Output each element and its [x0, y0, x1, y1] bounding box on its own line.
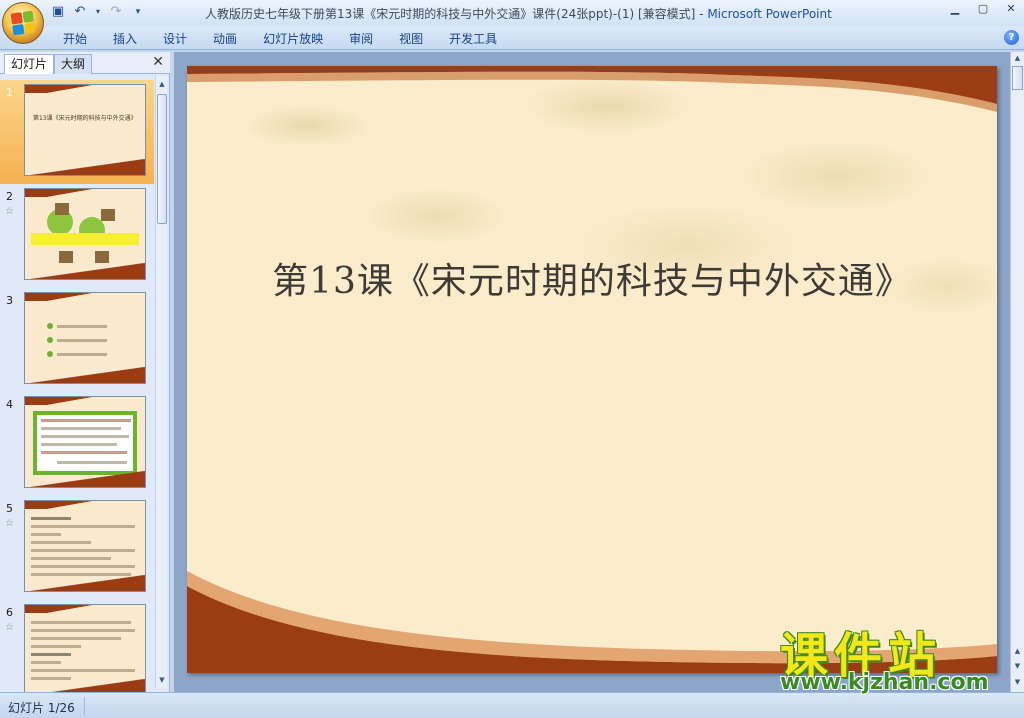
pane-tabs: 幻灯片 大纲 ✕ [0, 52, 170, 74]
save-icon[interactable]: ▣ [50, 4, 66, 20]
animation-icon: ☆ [5, 206, 14, 217]
animation-icon: ☆ [5, 518, 14, 529]
slide-thumbnail-5[interactable]: 5 ☆ [0, 496, 154, 600]
status-divider [84, 697, 85, 715]
slide-number: 2 [6, 190, 13, 203]
app-name: Microsoft PowerPoint [707, 7, 832, 21]
ribbon-tabs: 开始 插入 设计 动画 幻灯片放映 审阅 视图 开发工具 [50, 30, 510, 48]
tab-view[interactable]: 视图 [386, 30, 436, 48]
scroll-thumb[interactable] [1012, 66, 1023, 90]
slide-thumbnail-2[interactable]: 2 ☆ [0, 184, 154, 288]
slide-scrollbar[interactable]: ▲ ▲ ▼ ▼ [1010, 52, 1024, 692]
slide-number: 6 [6, 606, 13, 619]
scroll-up-icon[interactable]: ▲ [157, 78, 167, 90]
customize-qat-icon[interactable]: ▾ [130, 4, 146, 20]
slides-pane: 幻灯片 大纲 ✕ 1 第13课《宋元时期的科技与中外交通》 2 ☆ 3 4 5 … [0, 52, 170, 692]
slide-preview [24, 396, 146, 488]
slide-editor: 第13课《宋元时期的科技与中外交通》 [174, 52, 1010, 692]
slide-number: 1 [6, 86, 13, 99]
animation-icon: ☆ [5, 622, 14, 633]
slide-preview [24, 500, 146, 592]
slide-number: 4 [6, 398, 13, 411]
slide-number: 3 [6, 294, 13, 307]
document-title: 人教版历史七年级下册第13课《宋元时期的科技与中外交通》课件(24张ppt)-(… [205, 7, 696, 21]
undo-icon[interactable]: ↶ [72, 4, 88, 20]
tab-insert[interactable]: 插入 [100, 30, 150, 48]
status-bar: 幻灯片 1/26 [0, 692, 1024, 718]
scroll-down-icon[interactable]: ▼ [1011, 678, 1024, 686]
office-button[interactable] [2, 2, 44, 44]
next-slide-icon[interactable]: ▼ [1011, 662, 1024, 670]
close-pane-icon[interactable]: ✕ [152, 54, 164, 70]
maximize-icon[interactable]: ▢ [974, 2, 992, 16]
scroll-down-icon[interactable]: ▼ [157, 674, 167, 686]
watermark-url: www.kjzhan.com [780, 670, 989, 695]
slide-decoration [187, 66, 997, 673]
quick-access-toolbar: ▣ ↶ ▾ ↷ ▾ [50, 4, 146, 20]
thumbnail-list: 1 第13课《宋元时期的科技与中外交通》 2 ☆ 3 4 5 ☆ 6 ☆ [0, 76, 154, 692]
window-title: 人教版历史七年级下册第13课《宋元时期的科技与中外交通》课件(24张ppt)-(… [205, 5, 832, 22]
tab-design[interactable]: 设计 [150, 30, 200, 48]
title-separator: - [695, 7, 708, 21]
slide-thumbnail-4[interactable]: 4 [0, 392, 154, 496]
redo-icon[interactable]: ↷ [108, 4, 124, 20]
thumbnail-title: 第13课《宋元时期的科技与中外交通》 [33, 115, 137, 122]
window-controls: ▁ ▢ ✕ [946, 2, 1020, 16]
scroll-thumb[interactable] [157, 94, 167, 224]
thumbnail-scrollbar[interactable]: ▲ ▼ [155, 76, 167, 688]
tab-slides[interactable]: 幻灯片 [4, 54, 55, 74]
slide-preview [24, 604, 146, 692]
tab-developer[interactable]: 开发工具 [436, 30, 510, 48]
slide-preview: 第13课《宋元时期的科技与中外交通》 [24, 84, 146, 176]
slide-thumbnail-6[interactable]: 6 ☆ [0, 600, 154, 692]
scroll-up-icon[interactable]: ▲ [1011, 54, 1024, 62]
slide-thumbnail-1[interactable]: 1 第13课《宋元时期的科技与中外交通》 [0, 80, 154, 184]
current-slide[interactable]: 第13课《宋元时期的科技与中外交通》 [187, 66, 997, 673]
slide-preview [24, 292, 146, 384]
tab-outline[interactable]: 大纲 [54, 54, 93, 74]
slide-counter: 幻灯片 1/26 [8, 701, 75, 715]
tab-animations[interactable]: 动画 [200, 30, 250, 48]
slide-thumbnail-3[interactable]: 3 [0, 288, 154, 392]
tab-slideshow[interactable]: 幻灯片放映 [250, 30, 336, 48]
title-bar: ▣ ↶ ▾ ↷ ▾ 人教版历史七年级下册第13课《宋元时期的科技与中外交通》课件… [0, 0, 1024, 44]
ribbon: 开始 插入 设计 动画 幻灯片放映 审阅 视图 开发工具 ? [0, 26, 1024, 50]
slide-number: 5 [6, 502, 13, 515]
minimize-icon[interactable]: ▁ [946, 2, 964, 16]
tab-review[interactable]: 审阅 [336, 30, 386, 48]
tab-home[interactable]: 开始 [50, 30, 100, 48]
undo-dropdown-icon[interactable]: ▾ [94, 4, 102, 20]
slide-preview [24, 188, 146, 280]
help-icon[interactable]: ? [1004, 30, 1019, 45]
slide-title[interactable]: 第13课《宋元时期的科技与中外交通》 [187, 252, 997, 304]
office-logo-icon [10, 10, 36, 36]
previous-slide-icon[interactable]: ▲ [1011, 647, 1024, 655]
close-icon[interactable]: ✕ [1002, 2, 1020, 16]
